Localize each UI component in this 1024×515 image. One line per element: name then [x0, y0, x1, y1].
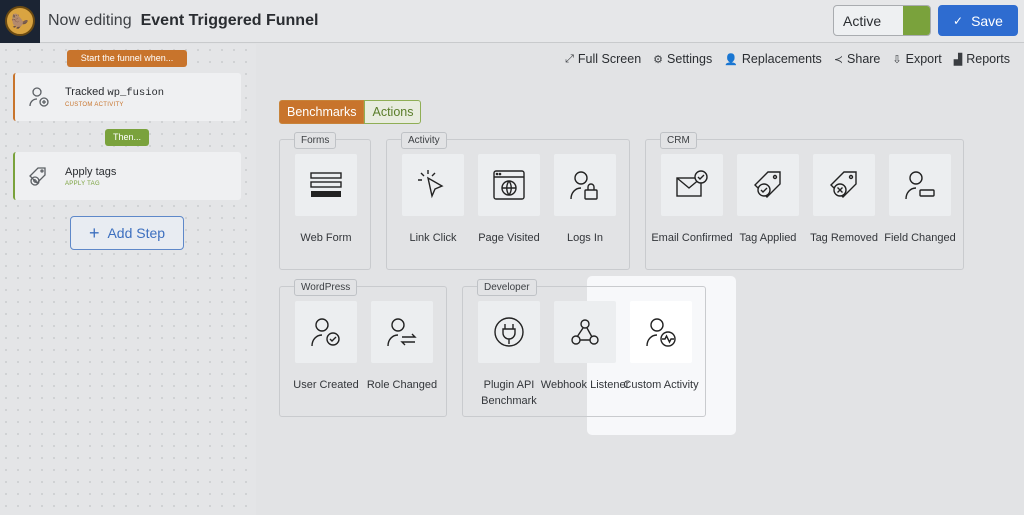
step-name: Tracked wp_fusion [65, 86, 164, 99]
add-step-label: Add Step [107, 225, 166, 241]
reports-button[interactable]: ▟ Reports [954, 52, 1010, 66]
share-icon: ≺ [833, 53, 844, 66]
benchmark-field-changed[interactable]: Field Changed [884, 154, 956, 246]
expand-icon: ⤢ [565, 52, 574, 65]
funnel-toolbar: ⤢ Full Screen ⚙ Settings 👤 Replacements ≺ Sh… [565, 52, 1010, 66]
check-icon: ✓ [953, 13, 964, 28]
webhook-icon [571, 319, 599, 345]
group-label: CRM [660, 132, 697, 149]
card-label: Role Changed [366, 379, 438, 391]
benchmark-logs-in[interactable]: Logs In [554, 154, 616, 246]
group-activity: Activity Link Click Page Visited Logs In [386, 132, 630, 270]
benchmark-role-changed[interactable]: Role Changed [367, 301, 437, 393]
plus-icon: + [88, 223, 100, 243]
benchmark-webhook-listener[interactable]: Webhook Listener [541, 301, 629, 393]
user-activity-icon [646, 318, 676, 347]
chart-icon: ▟ [953, 53, 963, 66]
then-label: Then... [105, 129, 149, 146]
group-label: Forms [294, 132, 337, 149]
benchmark-custom-activity[interactable]: Custom Activity [623, 301, 699, 393]
plug-icon [494, 317, 524, 347]
benchmark-tag-removed[interactable]: Tag Removed [810, 154, 878, 246]
export-icon: ⇩ [892, 53, 902, 66]
reports-label: Reports [966, 52, 1010, 66]
card-label: Web Form [300, 232, 352, 244]
status-toggle[interactable]: Active [833, 5, 931, 36]
group-developer: Developer Plugin API Benchmark Webhook L… [462, 279, 706, 417]
tag-check-icon [754, 171, 781, 198]
funnel-title[interactable]: Event Triggered Funnel [141, 12, 319, 30]
step-name-text: Tracked [65, 86, 105, 98]
card-label: Custom Activity [623, 379, 699, 391]
group-label: WordPress [294, 279, 358, 296]
logo-icon: 🦫 [5, 6, 35, 36]
group-label: Activity [401, 132, 447, 149]
user-lock-icon [570, 171, 598, 200]
benchmark-page-visited[interactable]: Page Visited [478, 154, 540, 246]
replacements-label: Replacements [741, 52, 822, 66]
tag-plus-icon [29, 167, 46, 186]
gear-icon: ⚙ [653, 53, 664, 66]
person-icon: 👤 [724, 53, 738, 66]
form-icon [310, 172, 342, 197]
share-button[interactable]: ≺ Share [834, 52, 881, 66]
benchmark-tag-applied[interactable]: Tag Applied [737, 154, 799, 246]
cursor-click-icon [418, 170, 444, 199]
step-name: Apply tags [65, 165, 117, 178]
user-check-icon [311, 318, 340, 347]
browser-globe-icon [493, 170, 525, 200]
tab-actions[interactable]: Actions [364, 100, 422, 124]
export-label: Export [905, 52, 942, 66]
status-switch[interactable] [903, 6, 930, 35]
groundhogg-logo[interactable]: 🦫 [0, 0, 40, 43]
full-screen-button[interactable]: ⤢ Full Screen [565, 52, 641, 66]
status-label: Active [843, 13, 882, 29]
benchmark-plugin-api[interactable]: Plugin API Benchmark [478, 301, 540, 409]
envelope-check-icon [676, 170, 708, 197]
funnel-step-tracked[interactable]: Tracked wp_fusion CUSTOM ACTIVITY [13, 73, 241, 121]
funnel-step-apply-tags[interactable]: Apply tags APPLY TAG [13, 152, 241, 200]
save-label: Save [971, 12, 1003, 29]
start-trigger-label: Start the funnel when... [67, 50, 187, 67]
benchmark-link-click[interactable]: Link Click [402, 154, 464, 246]
full-screen-label: Full Screen [577, 52, 642, 66]
group-label: Developer [477, 279, 537, 296]
now-editing-label: Now editing [48, 12, 132, 29]
step-type: APPLY TAG [65, 180, 100, 187]
group-crm: CRM Email Confirmed Tag Applied Tag Remo… [645, 132, 964, 270]
save-button[interactable]: ✓ Save [938, 5, 1018, 36]
group-wordpress: WordPress User Created Role Changed [279, 279, 447, 417]
group-forms: Forms Web Form [279, 132, 371, 270]
share-label: Share [847, 52, 881, 66]
user-arrow-icon [387, 318, 417, 347]
step-type: CUSTOM ACTIVITY [65, 102, 124, 108]
settings-label: Settings [667, 52, 713, 66]
card-label: Logs In [566, 232, 604, 244]
add-step-button[interactable]: + Add Step [70, 216, 184, 250]
benchmark-user-created[interactable]: User Created [293, 301, 359, 393]
user-edit-icon [905, 171, 935, 200]
tab-benchmarks[interactable]: Benchmarks [279, 100, 365, 124]
benchmark-web-form[interactable]: Web Form [295, 154, 357, 246]
replacements-button[interactable]: 👤 Replacements [724, 52, 822, 66]
top-bar: 🦫 Now editing Event Triggered Funnel Act… [0, 0, 1024, 43]
export-button[interactable]: ⇩ Export [892, 52, 941, 66]
settings-button[interactable]: ⚙ Settings [653, 52, 712, 66]
tag-remove-icon [830, 171, 857, 198]
step-type-tabs: Benchmarks Actions [279, 100, 422, 124]
benchmark-email-confirmed[interactable]: Email Confirmed [651, 154, 733, 246]
step-code: wp_fusion [107, 87, 165, 99]
user-plus-icon [29, 87, 49, 107]
card-label: Field Changed [884, 232, 956, 244]
